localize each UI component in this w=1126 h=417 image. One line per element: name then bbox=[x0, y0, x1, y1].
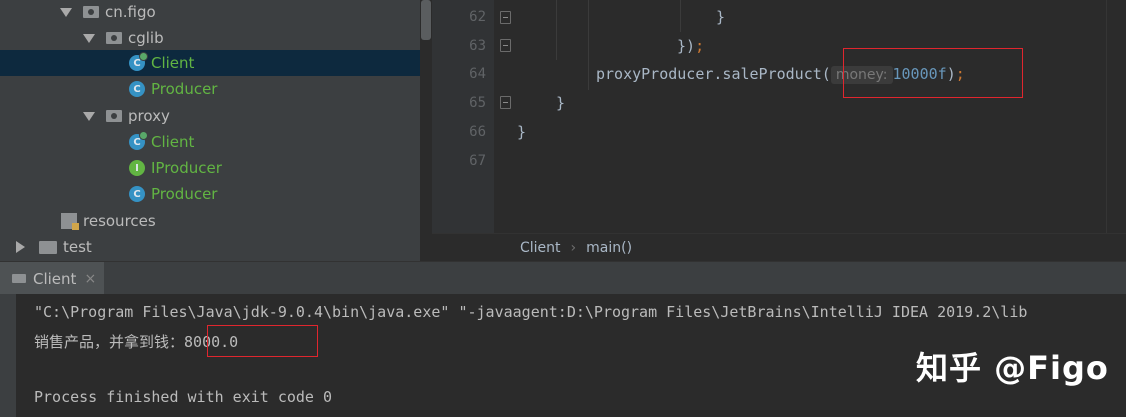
highlight-box-method-call bbox=[843, 48, 1023, 98]
line-number: 65 bbox=[469, 95, 486, 111]
tree-item-cglib[interactable]: cglib bbox=[0, 25, 420, 51]
run-toolbar bbox=[0, 294, 16, 417]
expand-arrow-icon[interactable] bbox=[83, 33, 95, 43]
tree-item-proxy[interactable]: proxy bbox=[0, 103, 420, 129]
indent-guide bbox=[680, 0, 681, 32]
expand-arrow-icon[interactable] bbox=[60, 7, 72, 17]
close-icon[interactable]: × bbox=[84, 271, 96, 287]
tree-item-label: Producer bbox=[151, 80, 218, 98]
code-line-63: }); bbox=[677, 37, 704, 55]
package-icon bbox=[106, 110, 122, 122]
semicolon-token: ; bbox=[695, 37, 705, 55]
class-icon: C bbox=[129, 52, 148, 71]
code-line-66: } bbox=[517, 123, 527, 141]
fold-marker-icon[interactable] bbox=[500, 11, 511, 24]
tree-item-label: test bbox=[63, 238, 92, 256]
fold-marker-icon[interactable] bbox=[500, 96, 511, 109]
tree-item-proxy-client[interactable]: C Client bbox=[0, 129, 420, 155]
tree-item-cn-figo[interactable]: cn.figo bbox=[0, 0, 420, 25]
tree-item-label: cglib bbox=[128, 29, 164, 47]
package-icon bbox=[83, 6, 99, 18]
class-icon: C bbox=[129, 81, 145, 97]
tree-item-proxy-producer[interactable]: C Producer bbox=[0, 181, 420, 207]
line-number: 62 bbox=[469, 9, 486, 25]
run-tool-window-header: Client × bbox=[0, 261, 1126, 295]
tree-item-label: Client bbox=[151, 133, 195, 151]
tree-item-label: Client bbox=[151, 54, 195, 72]
project-tree: cn.figo cglib C Client C Producer proxy … bbox=[0, 0, 420, 261]
line-number: 63 bbox=[469, 38, 486, 54]
tree-item-label: IProducer bbox=[151, 159, 222, 177]
tree-item-resources[interactable]: resources bbox=[0, 208, 420, 234]
indent-guide bbox=[588, 0, 589, 90]
package-icon bbox=[106, 32, 122, 44]
output-prefix: 销售产品，并拿到钱： bbox=[34, 333, 185, 351]
method-call-token: proxyProducer.saleProduct( bbox=[596, 65, 831, 83]
breadcrumb-separator: › bbox=[570, 240, 577, 256]
code-line-62: } bbox=[716, 8, 726, 26]
tree-item-label: resources bbox=[83, 212, 156, 230]
run-config-icon bbox=[12, 274, 26, 283]
line-number: 64 bbox=[469, 66, 486, 82]
breadcrumb-item-method[interactable]: main() bbox=[586, 240, 632, 256]
watermark-text: 知乎 @Figo bbox=[916, 349, 1109, 387]
tab-label: Client bbox=[33, 269, 77, 288]
breadcrumb-item-class[interactable]: Client bbox=[520, 240, 561, 256]
code-editor[interactable]: 62 63 64 65 66 67 } }); proxyProducer.sa… bbox=[432, 0, 1126, 233]
tree-item-cglib-producer[interactable]: C Producer bbox=[0, 76, 420, 102]
breadcrumb: Client › main() bbox=[432, 233, 1126, 262]
tree-item-label: proxy bbox=[128, 107, 170, 125]
interface-icon: I bbox=[129, 160, 145, 176]
folder-icon bbox=[39, 240, 57, 254]
line-number: 66 bbox=[469, 124, 486, 140]
class-icon: C bbox=[129, 186, 145, 202]
tab-run-client[interactable]: Client × bbox=[0, 262, 104, 295]
code-token: }) bbox=[677, 37, 696, 55]
highlight-box-output bbox=[207, 325, 318, 357]
line-number-gutter: 62 63 64 65 66 67 bbox=[432, 0, 494, 233]
collapse-arrow-icon[interactable] bbox=[16, 241, 25, 253]
line-number: 67 bbox=[469, 153, 486, 169]
fold-marker-icon[interactable] bbox=[500, 39, 511, 52]
tree-item-label: cn.figo bbox=[105, 3, 156, 21]
tree-scrollbar[interactable] bbox=[421, 0, 431, 40]
console-command-line: "C:\Program Files\Java\jdk-9.0.4\bin\jav… bbox=[34, 303, 1028, 321]
tree-item-test[interactable]: test bbox=[0, 234, 420, 260]
class-icon: C bbox=[129, 131, 148, 150]
tree-item-label: Producer bbox=[151, 185, 218, 203]
expand-arrow-icon[interactable] bbox=[83, 111, 95, 121]
resources-folder-icon bbox=[61, 213, 79, 230]
code-line-65: } bbox=[556, 94, 566, 112]
editor-scrollbar[interactable] bbox=[1106, 0, 1121, 233]
tree-item-cglib-client[interactable]: C Client bbox=[0, 50, 420, 76]
tree-item-iproducer[interactable]: I IProducer bbox=[0, 155, 420, 181]
console-exit-line: Process finished with exit code 0 bbox=[34, 388, 333, 406]
indent-guide bbox=[556, 0, 557, 60]
